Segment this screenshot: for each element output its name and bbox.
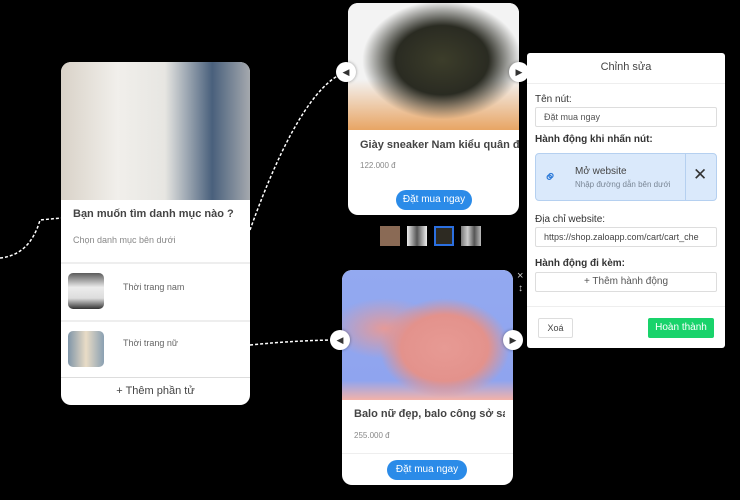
next-arrow-icon[interactable]: ▶ xyxy=(509,62,529,82)
url-label: Địa chỉ website: xyxy=(535,214,606,225)
prev-arrow-icon[interactable]: ◀ xyxy=(330,330,350,350)
next-arrow-icon[interactable]: ▶ xyxy=(503,330,523,350)
buy-now-button[interactable]: Đặt mua ngay xyxy=(387,460,467,480)
add-element-label: Thêm phần tử xyxy=(125,385,195,397)
plus-icon: + xyxy=(116,385,126,397)
women-thumb xyxy=(68,331,104,367)
add-action-button[interactable]: + Thêm hành động xyxy=(535,272,717,292)
thumbnail[interactable] xyxy=(461,226,481,246)
backpack-image xyxy=(342,270,513,400)
men-thumb xyxy=(68,273,104,309)
done-button[interactable]: Hoàn thành xyxy=(648,318,714,338)
link-icon: ⚭ xyxy=(540,166,562,189)
action-label: Hành động khi nhấn nút: xyxy=(535,134,653,145)
action-title: Mở website xyxy=(575,166,627,177)
buy-now-button[interactable]: Đặt mua ngay xyxy=(396,190,472,210)
category-card[interactable]: Bạn muốn tìm danh mục nào ? Chọn danh mụ… xyxy=(61,62,250,405)
product-title: Giày sneaker Nam kiểu quân đội xyxy=(360,139,519,151)
product-price: 122.000 đ xyxy=(360,161,396,170)
close-icon[interactable]: × xyxy=(517,270,523,282)
panel-header: Chỉnh sửa xyxy=(600,61,652,73)
category-subtitle: Chọn danh mục bên dưới xyxy=(73,235,176,245)
product-title: Balo nữ đẹp, balo công sở sang t xyxy=(354,408,505,420)
product-price: 255.000 đ xyxy=(354,431,390,440)
category-item[interactable]: Thời trang nam xyxy=(61,264,250,320)
thumbnail-strip xyxy=(380,226,484,246)
product-card-sneaker[interactable]: Giày sneaker Nam kiểu quân đội 122.000 đ… xyxy=(348,3,519,215)
action-open-website[interactable]: ⚭ Mở website Nhập đường dẫn bên dưới ✕ xyxy=(535,153,717,201)
edit-panel: Chỉnh sửa Tên nút: Đặt mua ngay Hành độn… xyxy=(527,53,725,348)
website-url-input[interactable]: https://shop.zaloapp.com/cart/cart_che xyxy=(535,227,717,247)
prev-arrow-icon[interactable]: ◀ xyxy=(336,62,356,82)
resize-icon[interactable]: ↕ xyxy=(518,283,523,294)
button-name-input[interactable]: Đặt mua ngay xyxy=(535,107,717,127)
name-label: Tên nút: xyxy=(535,94,572,105)
remove-action-icon[interactable]: ✕ xyxy=(693,165,707,185)
thumbnail-selected[interactable] xyxy=(434,226,454,246)
add-element-button[interactable]: + Thêm phần tử xyxy=(61,378,250,405)
thumbnail[interactable] xyxy=(407,226,427,246)
action-hint: Nhập đường dẫn bên dưới xyxy=(575,180,671,189)
delete-button[interactable]: Xoá xyxy=(538,318,573,338)
sneaker-image xyxy=(348,3,519,130)
category-item[interactable]: Thời trang nữ xyxy=(61,322,250,378)
store-image xyxy=(61,62,250,200)
extra-action-label: Hành động đi kèm: xyxy=(535,258,625,269)
product-card-backpack[interactable]: Balo nữ đẹp, balo công sở sang t 255.000… xyxy=(342,270,513,485)
category-item-label: Thời trang nam xyxy=(123,282,185,292)
thumbnail[interactable] xyxy=(380,226,400,246)
add-action-label: Thêm hành động xyxy=(592,276,669,287)
category-item-label: Thời trang nữ xyxy=(123,338,178,348)
category-title: Bạn muốn tìm danh mục nào ? xyxy=(73,208,234,220)
